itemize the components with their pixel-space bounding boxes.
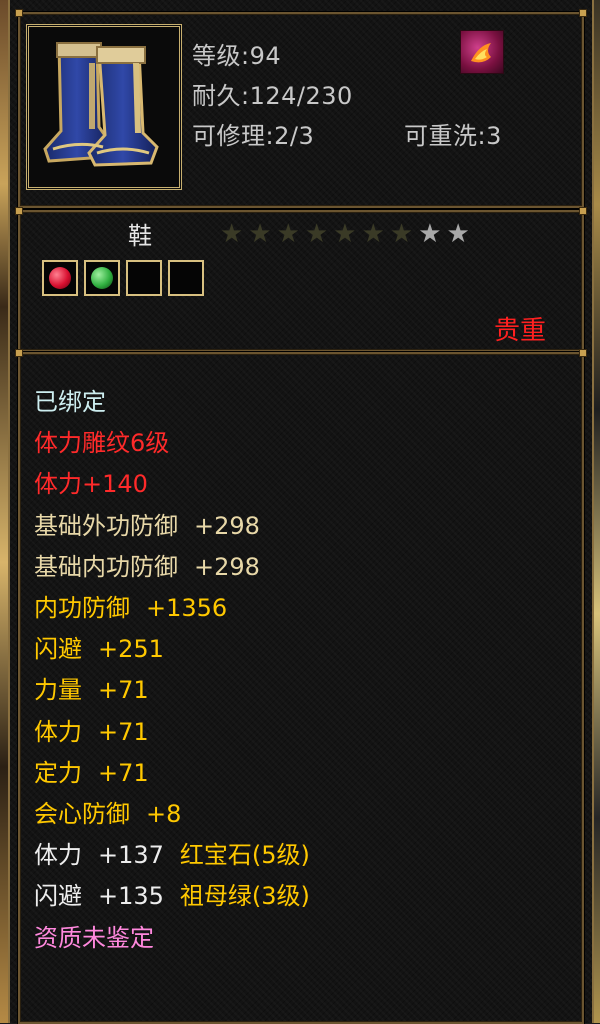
attribute-label: 基础内功防御 — [34, 552, 178, 581]
attribute-value: +71 — [98, 676, 149, 705]
star-filled-icon: ★ — [389, 219, 414, 249]
item-level: 等级:94 — [192, 42, 282, 70]
item-quality: 贵重 — [494, 316, 547, 346]
attribute-text: 已绑定 — [34, 388, 106, 416]
item-durability: 耐久:124/230 — [192, 82, 353, 110]
star-filled-icon: ★ — [276, 219, 300, 249]
attribute-gem: 祖母绿(3级) — [179, 882, 310, 911]
attribute-label: 体力 — [34, 841, 82, 870]
attribute-line: 闪避 +251 — [34, 629, 164, 664]
attribute-line: 力量 +71 — [34, 670, 149, 705]
flame-skill-icon — [460, 30, 504, 74]
attribute-line: 体力+140 — [34, 464, 148, 499]
socket-ruby — [42, 260, 78, 296]
attribute-value: +1356 — [146, 594, 228, 622]
star-empty-icon: ★ — [418, 219, 442, 249]
attribute-line: 内功防御 +1356 — [34, 588, 227, 623]
attribute-value: +71 — [98, 758, 149, 787]
gem-sockets — [42, 260, 204, 296]
star-filled-icon: ★ — [361, 219, 385, 249]
socket-empty — [168, 260, 204, 296]
attribute-label: 内功防御 — [34, 594, 130, 622]
item-tooltip: 等级:94 耐久:124/230 可修理:2/3 可重洗:3 鞋 ★ ★ ★ ★ ★ ★ ★… — [8, 0, 594, 1024]
attribute-label: 体力 — [34, 717, 82, 746]
attribute-value: +8 — [146, 800, 182, 828]
attribute-text: 体力雕纹6级 — [34, 429, 170, 458]
attribute-line: 会心防御 +8 — [34, 794, 181, 829]
socket-empty — [126, 260, 162, 296]
boots-icon-graphic — [43, 42, 159, 167]
attribute-value: +298 — [194, 552, 260, 581]
attribute-line: 已绑定 — [34, 382, 106, 417]
item-repairable: 可修理:2/3 — [192, 122, 315, 150]
attribute-value: +137 — [98, 841, 164, 870]
item-rewash: 可重洗:3 — [404, 122, 502, 150]
star-filled-icon: ★ — [304, 219, 329, 249]
attribute-line: 定力 +71 — [34, 753, 149, 788]
attribute-value: +251 — [98, 635, 164, 664]
item-type: 鞋 — [128, 222, 152, 250]
star-empty-icon: ★ — [446, 219, 470, 249]
attribute-label: 会心防御 — [34, 800, 130, 828]
attribute-line: 闪避 +135 祖母绿(3级) — [34, 876, 310, 911]
attribute-line: 基础内功防御 +298 — [34, 547, 260, 582]
star-filled-icon: ★ — [248, 219, 272, 249]
attribute-value: +135 — [98, 882, 164, 911]
attribute-label: 定力 — [34, 758, 82, 787]
attribute-label: 闪避 — [34, 882, 82, 911]
attribute-line: 体力 +137 红宝石(5级) — [34, 835, 310, 870]
attribute-text: 体力+140 — [34, 470, 148, 499]
attribute-value: +71 — [98, 717, 149, 746]
attribute-value: +298 — [194, 511, 260, 540]
socket-emerald — [84, 260, 120, 296]
attribute-label: 力量 — [34, 676, 82, 705]
boots-icon — [26, 24, 182, 190]
star-rating: ★ ★ ★ ★ ★ ★ ★ ★ ★ — [220, 220, 470, 248]
attribute-text: 资质未鉴定 — [34, 923, 154, 952]
attribute-line: 体力雕纹6级 — [34, 423, 169, 458]
star-filled-icon: ★ — [220, 219, 244, 249]
attribute-line: 资质未鉴定 — [34, 918, 154, 953]
attribute-line: 体力 +71 — [34, 712, 149, 747]
star-filled-icon: ★ — [333, 219, 357, 249]
attribute-label: 闪避 — [34, 635, 82, 664]
attribute-label: 基础外功防御 — [34, 511, 178, 540]
attribute-gem: 红宝石(5级) — [179, 841, 310, 870]
attribute-line: 基础外功防御 +298 — [34, 506, 260, 541]
